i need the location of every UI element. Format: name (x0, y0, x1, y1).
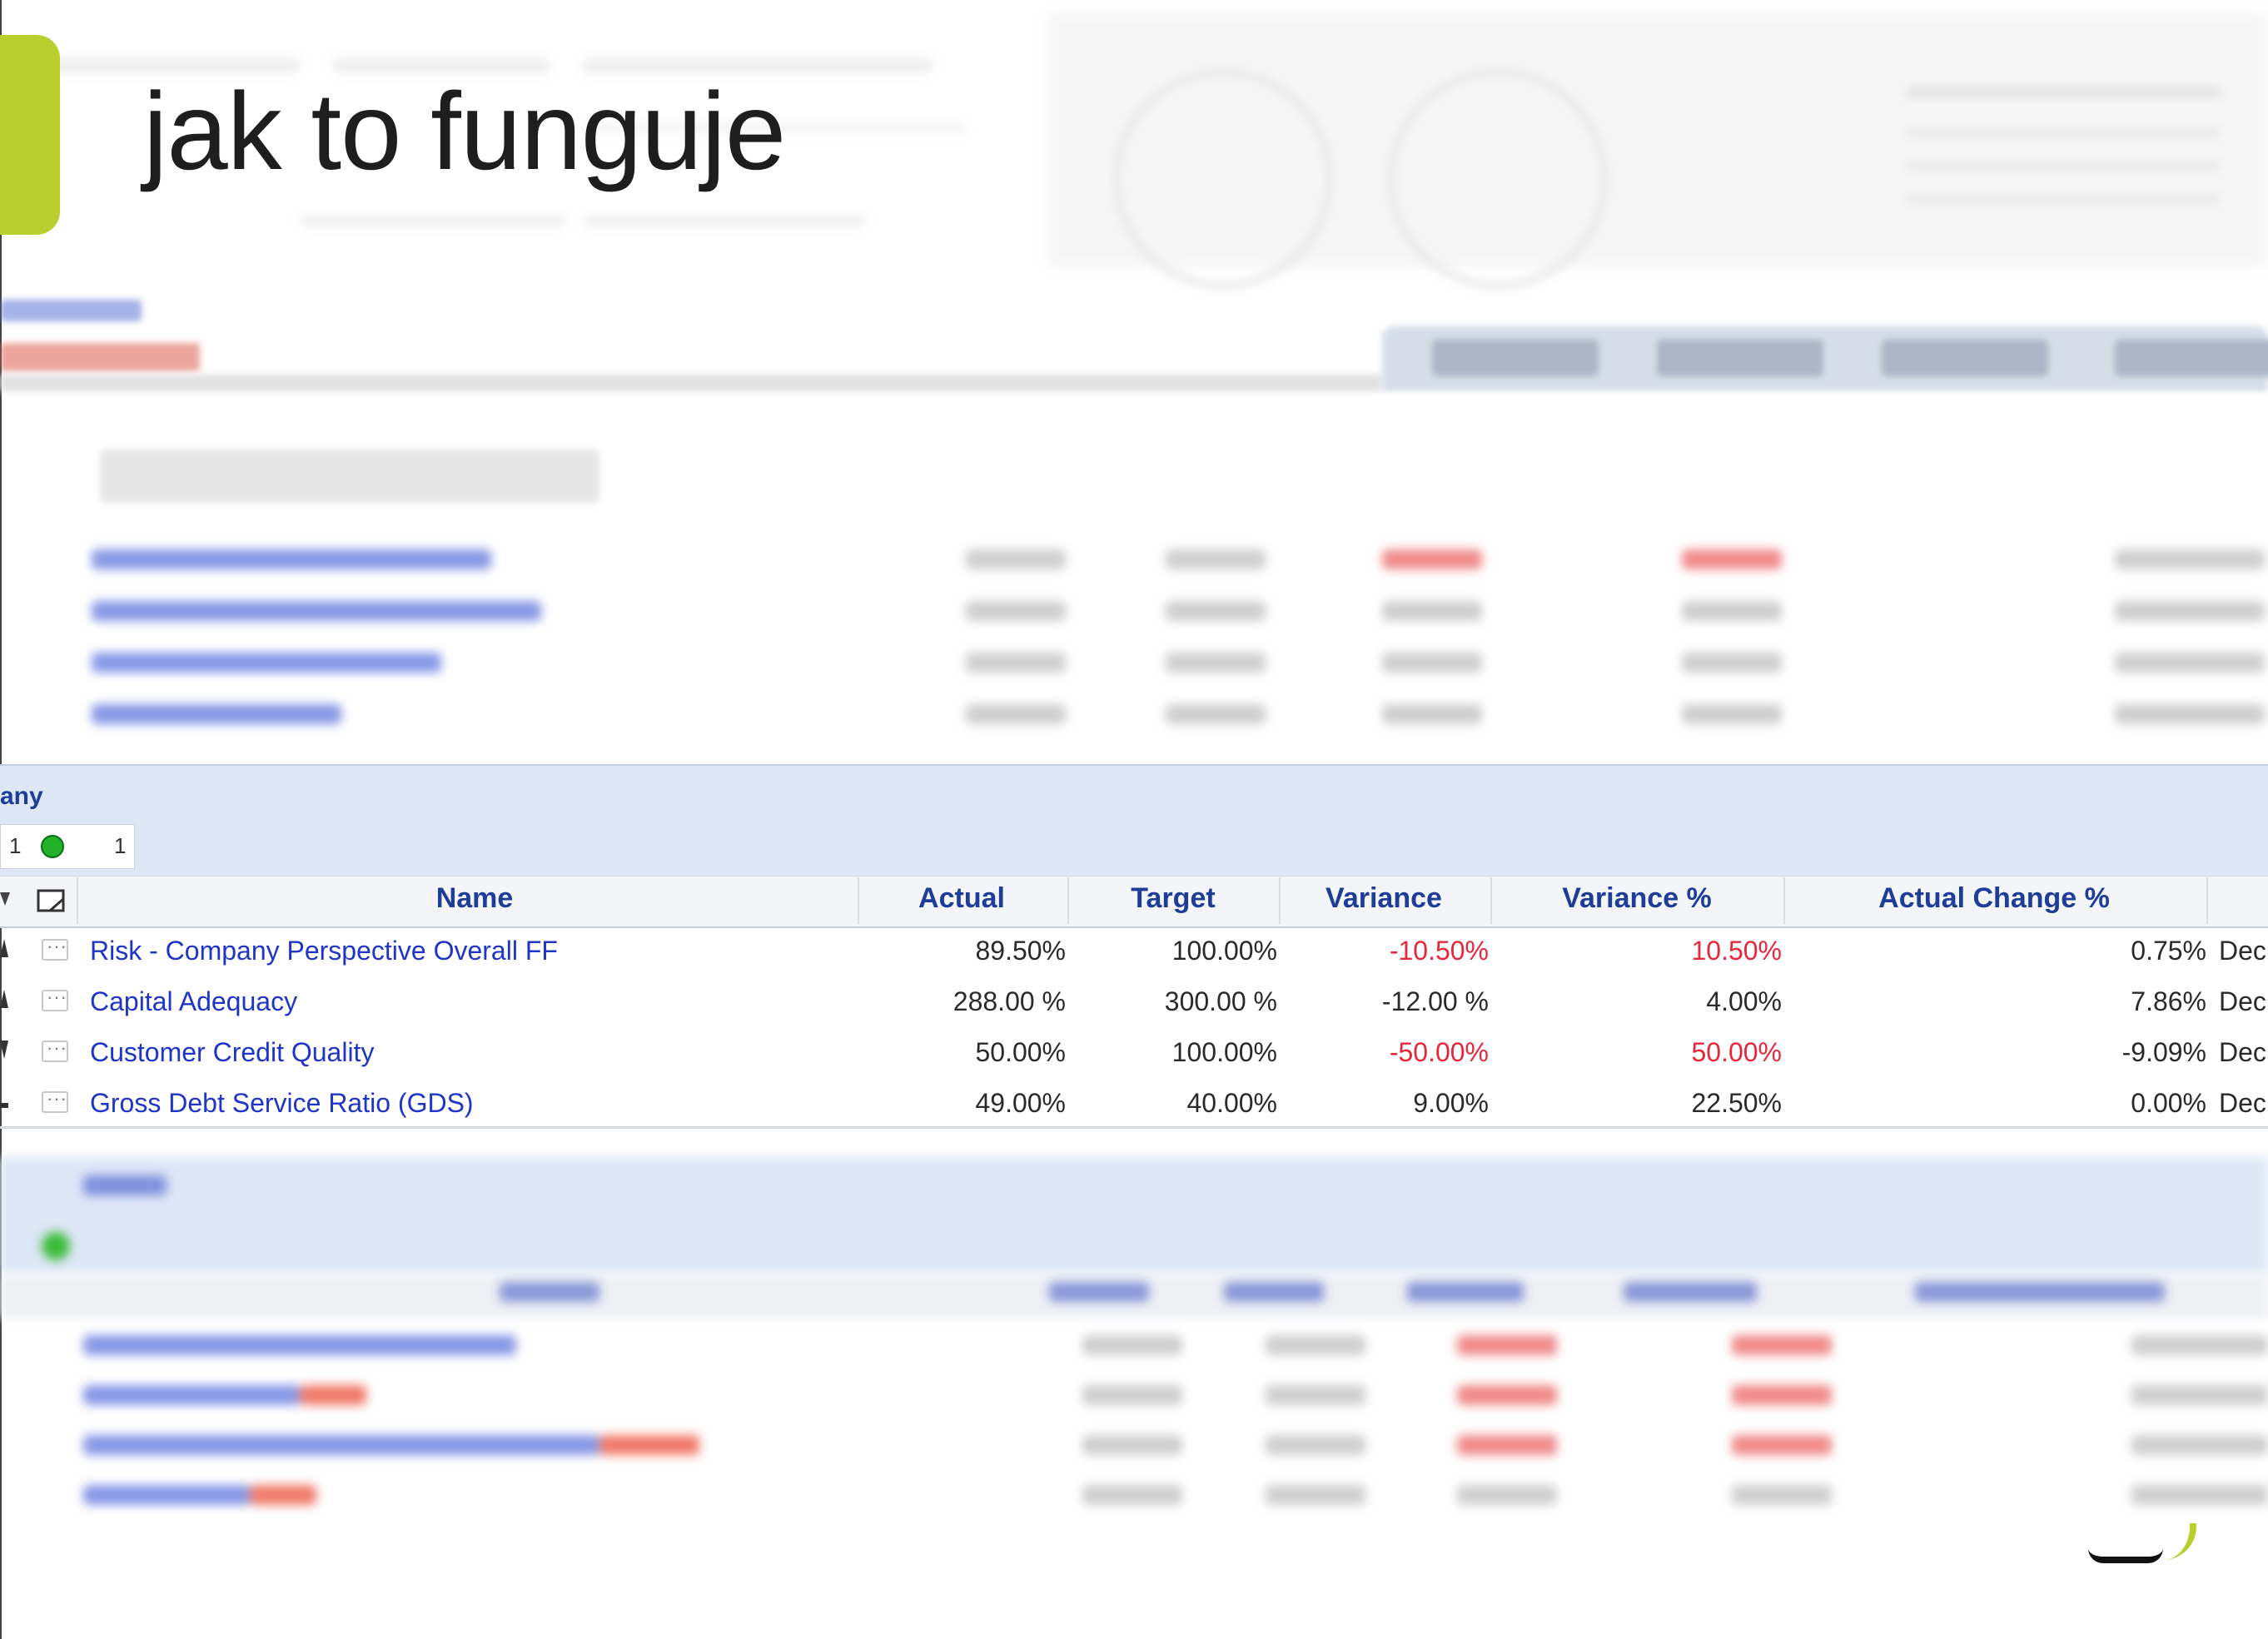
status-summary: 1 1 (0, 824, 135, 869)
column-separator (858, 877, 859, 924)
background-tab-strip (1382, 326, 2268, 391)
table-bottom-border (0, 1126, 2268, 1129)
cell-variance-pct: 50.00% (1691, 1037, 1782, 1067)
cell-variance: -50.00% (1389, 1037, 1489, 1067)
table-row[interactable]: Gross Debt Service Ratio (GDS) 49.00% 40… (0, 1080, 2268, 1130)
cell-variance-pct: 4.00% (1706, 986, 1782, 1016)
row-action-ellipsis-icon[interactable] (42, 1037, 68, 1062)
trend-down-icon (0, 1041, 8, 1059)
column-header-name[interactable]: Name (350, 882, 599, 915)
kpi-name-link[interactable]: Gross Debt Service Ratio (GDS) (90, 1088, 474, 1119)
note-icon[interactable] (37, 889, 67, 914)
footer-logo-icon (2088, 1533, 2163, 1563)
row-action-ellipsis-icon[interactable] (42, 936, 68, 961)
table-row[interactable]: Capital Adequacy 288.00 % 300.00 % -12.0… (0, 978, 2268, 1028)
status-count-right: 1 (114, 833, 127, 858)
column-header-actual-change-pct[interactable]: Actual Change % (1790, 882, 2198, 915)
section-title[interactable]: any (0, 782, 43, 811)
cell-actual-change-pct: -9.09% (2121, 1037, 2206, 1067)
cell-date: Dec (2219, 986, 2266, 1016)
background-section-band (0, 1157, 2268, 1274)
kpi-name-link[interactable]: Customer Credit Quality (90, 1037, 374, 1068)
background-perspective-title (0, 343, 200, 371)
cell-target: 100.00% (1171, 1037, 1277, 1067)
cell-actual: 50.00% (975, 1037, 1066, 1067)
table-row[interactable]: Customer Credit Quality 50.00% 100.00% -… (0, 1029, 2268, 1079)
column-separator (1783, 877, 1785, 924)
cell-actual-change-pct: 7.86% (2131, 986, 2206, 1016)
cell-actual-change-pct: 0.75% (2131, 936, 2206, 966)
cell-date: Dec (2219, 1037, 2266, 1067)
column-separator (77, 877, 78, 924)
footer-swoosh-icon (2156, 1523, 2196, 1560)
column-header-target[interactable]: Target (1077, 882, 1269, 915)
cell-actual: 288.00 % (952, 986, 1066, 1016)
kpi-name-link[interactable]: Capital Adequacy (90, 986, 297, 1017)
cell-target: 40.00% (1186, 1088, 1277, 1118)
section-header-band (0, 764, 2268, 877)
background-filter-bar (100, 449, 599, 503)
column-separator (1067, 877, 1069, 924)
column-separator (2206, 877, 2208, 924)
cell-actual: 89.50% (975, 936, 1066, 966)
cell-variance: -12.00 % (1381, 986, 1489, 1016)
background-breadcrumb-link (0, 300, 142, 321)
cell-target: 300.00 % (1164, 986, 1277, 1016)
slide-title: jak to funguje (143, 70, 786, 192)
background-gauge-icon (1389, 70, 1607, 288)
column-header-actual[interactable]: Actual (866, 882, 1057, 915)
column-header-variance-pct[interactable]: Variance % (1499, 882, 1775, 915)
trend-up-icon (0, 990, 8, 1008)
status-count-left: 1 (9, 833, 22, 858)
green-status-dot-icon (41, 835, 64, 858)
cell-date: Dec (2219, 1088, 2266, 1118)
cell-variance-pct: 22.50% (1691, 1088, 1782, 1118)
trend-up-icon (0, 939, 8, 957)
cell-variance: -10.50% (1389, 936, 1489, 966)
column-header-variance[interactable]: Variance (1287, 882, 1480, 915)
trend-flat-icon (0, 1103, 8, 1108)
cell-date: Dec (2219, 936, 2266, 966)
trend-filter-icon[interactable] (0, 889, 12, 909)
cell-variance-pct: 10.50% (1691, 936, 1782, 966)
cell-target: 100.00% (1171, 936, 1277, 966)
background-toolbar (0, 375, 1382, 391)
row-action-ellipsis-icon[interactable] (42, 1088, 68, 1113)
row-action-ellipsis-icon[interactable] (42, 986, 68, 1011)
cell-actual-change-pct: 0.00% (2131, 1088, 2206, 1118)
background-gauge-panel (1047, 12, 2268, 288)
cell-actual: 49.00% (975, 1088, 1066, 1118)
kpi-name-link[interactable]: Risk - Company Perspective Overall FF (90, 936, 558, 966)
column-separator (1279, 877, 1281, 924)
table-row[interactable]: Risk - Company Perspective Overall FF 89… (0, 927, 2268, 977)
column-separator (1490, 877, 1492, 924)
cell-variance: 9.00% (1413, 1088, 1489, 1118)
accent-tab (0, 35, 60, 235)
background-gauge-icon (1114, 70, 1332, 288)
